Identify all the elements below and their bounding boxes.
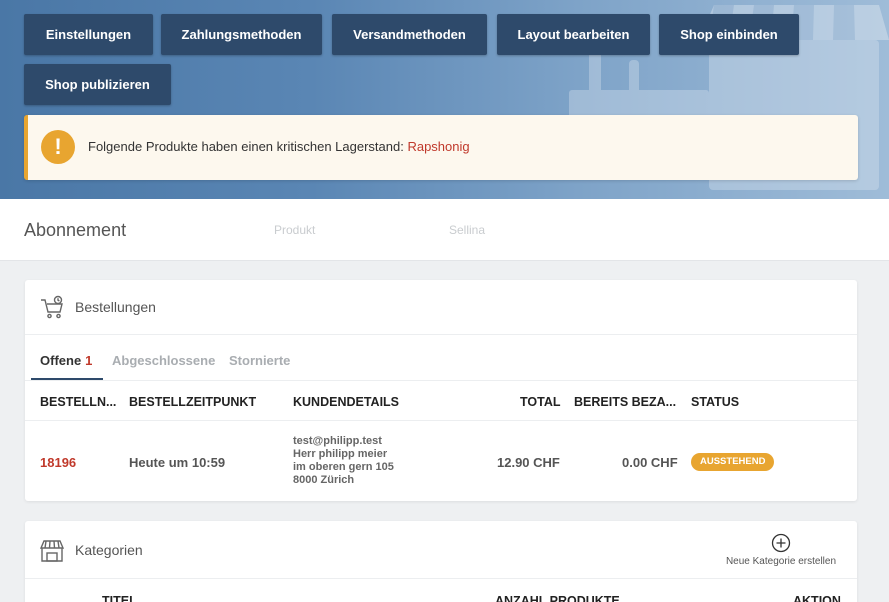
col-product-count[interactable]: ANZAHL PRODUKTE <box>495 594 620 602</box>
col-action[interactable]: AKTION <box>793 594 841 602</box>
col-customer-details[interactable]: KUNDENDETAILS <box>293 395 399 409</box>
open-count: 1 <box>85 353 93 368</box>
orders-card: Bestellungen Offene 1 Abgeschlossene Stor… <box>25 280 857 501</box>
status-badge: AUSSTEHEND <box>691 453 775 471</box>
header-divider <box>25 420 857 421</box>
order-paid: 0.00 CHF <box>622 455 678 470</box>
subnav-bar: Abonnement Produkt Sellina <box>0 199 889 261</box>
order-time: Heute um 10:59 <box>129 455 226 470</box>
col-status[interactable]: STATUS <box>691 395 739 409</box>
col-already-paid[interactable]: BEREITS BEZA... <box>574 395 676 409</box>
tab-cancelled[interactable]: Stornierte <box>229 353 290 368</box>
publish-shop-button[interactable]: Shop publizieren <box>24 64 171 105</box>
customer-details: test@philipp.test Herr philipp meier im … <box>293 435 394 486</box>
order-number-link[interactable]: 18196 <box>40 455 76 470</box>
subnav-item-product[interactable]: Produkt <box>274 223 315 237</box>
settings-button[interactable]: Einstellungen <box>24 14 153 55</box>
add-category-label: Neue Kategorie erstellen <box>725 556 837 567</box>
cart-icon <box>41 295 63 319</box>
orders-card-header: Bestellungen <box>25 280 857 335</box>
edit-layout-button[interactable]: Layout bearbeiten <box>497 14 650 55</box>
add-category-button[interactable]: Neue Kategorie erstellen <box>721 533 841 567</box>
warning-icon: ! <box>41 130 75 164</box>
categories-title: Kategorien <box>75 542 143 558</box>
payment-methods-button[interactable]: Zahlungsmethoden <box>161 14 322 55</box>
subnav-item-sellina[interactable]: Sellina <box>449 223 485 237</box>
hero-banner: Einstellungen Zahlungsmethoden Versandme… <box>0 0 889 199</box>
add-circle-icon <box>771 533 791 553</box>
orders-tabs: Offene 1 Abgeschlossene Stornierte <box>25 335 857 381</box>
tab-completed[interactable]: Abgeschlossene <box>112 353 215 368</box>
stock-alert: ! Folgende Produkte haben einen kritisch… <box>24 115 858 180</box>
orders-title: Bestellungen <box>75 299 156 315</box>
col-title[interactable]: TITEL <box>102 594 137 602</box>
col-total[interactable]: TOTAL <box>520 395 561 409</box>
alert-message: Folgende Produkte haben einen kritischen… <box>88 139 470 154</box>
col-order-number[interactable]: BESTELLN... <box>40 395 116 409</box>
active-tab-indicator <box>31 378 103 380</box>
tab-open[interactable]: Offene 1 <box>40 353 92 368</box>
shipping-methods-button[interactable]: Versandmethoden <box>332 14 487 55</box>
categories-card: Kategorien Neue Kategorie erstellen TITE… <box>25 521 857 602</box>
alert-product-link[interactable]: Rapshonig <box>407 139 469 154</box>
store-icon <box>39 540 65 562</box>
col-order-time[interactable]: BESTELLZEITPUNKT <box>129 395 256 409</box>
categories-card-header: Kategorien Neue Kategorie erstellen <box>25 521 857 579</box>
order-total: 12.90 CHF <box>497 455 560 470</box>
subnav-title[interactable]: Abonnement <box>24 220 126 241</box>
embed-shop-button[interactable]: Shop einbinden <box>659 14 799 55</box>
